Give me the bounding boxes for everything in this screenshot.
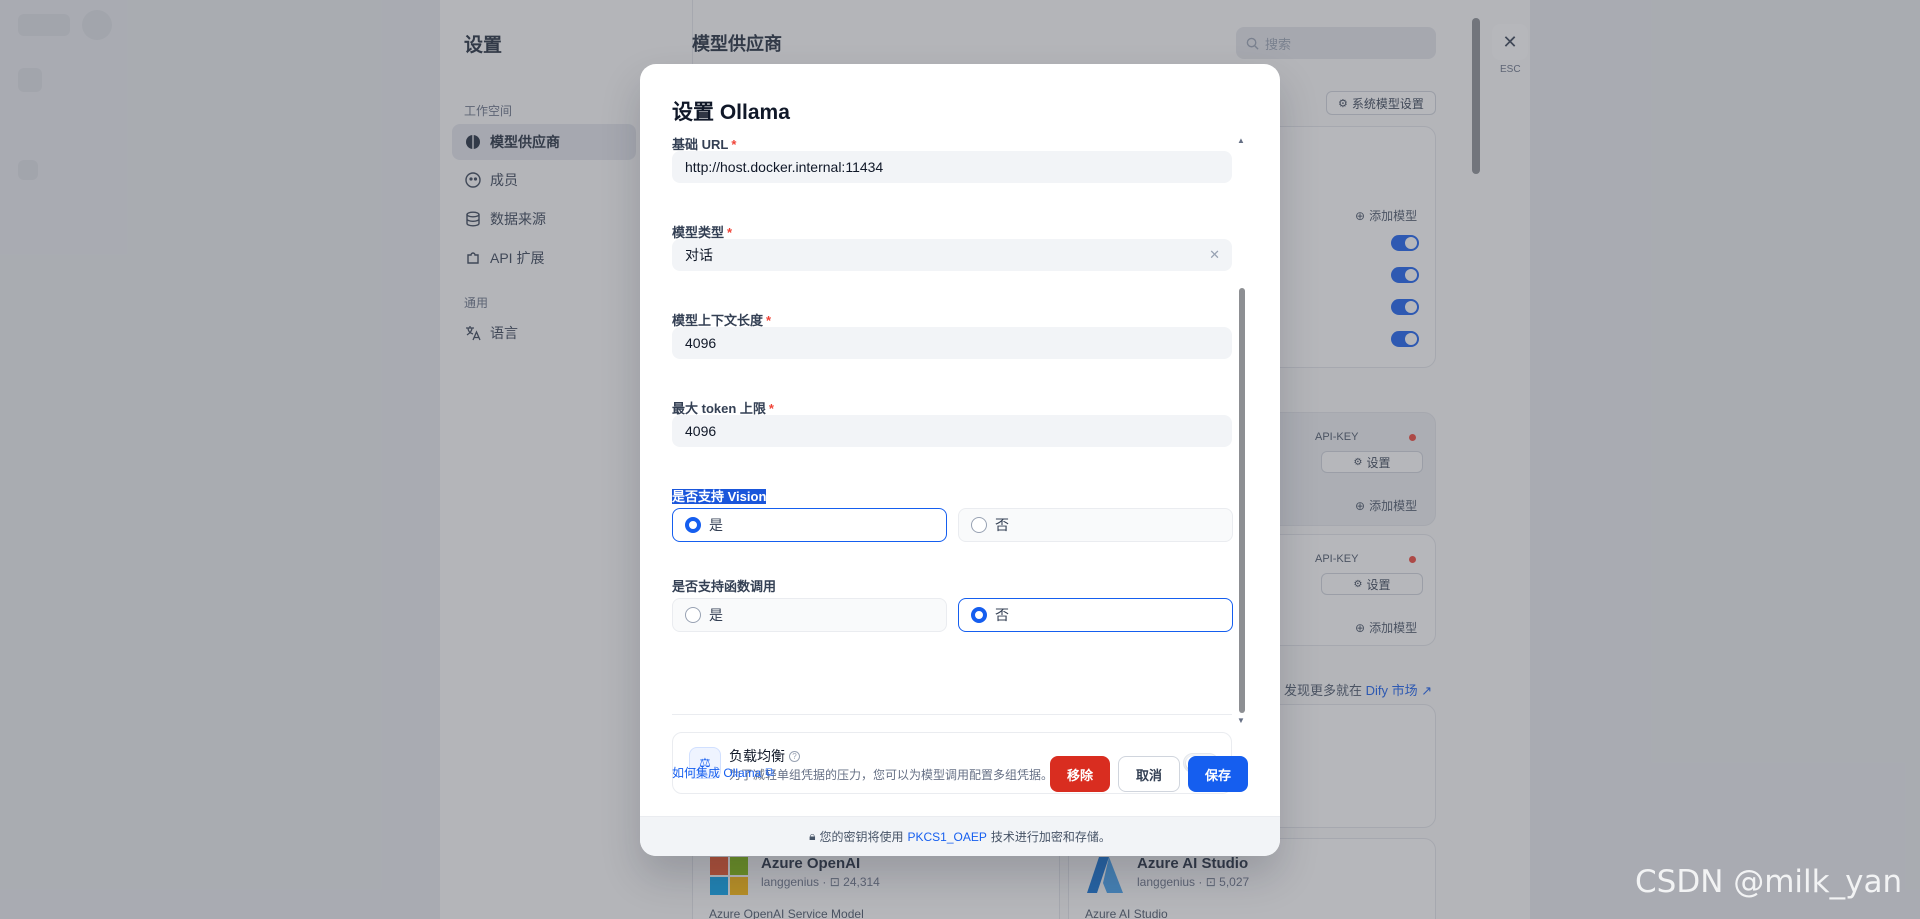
modal-form: 基础 URL * http://host.docker.internal:1143… [672, 134, 1233, 794]
cancel-button[interactable]: 取消 [1118, 756, 1180, 792]
radio-indicator [971, 517, 987, 533]
watermark: CSDN @milk_yan [1635, 864, 1903, 900]
model-type-value: 对话 [685, 247, 713, 263]
field-label-text: 模型类型 [672, 225, 725, 240]
radio-label: 是 [709, 517, 723, 533]
modal-title: 设置 Ollama [672, 101, 790, 124]
required-mark: * [766, 313, 772, 328]
field-label-text: 模型上下文长度 [672, 313, 764, 328]
function-call-yes-radio[interactable]: 是 [672, 598, 947, 632]
pkcs-link[interactable]: PKCS1_OAEP [908, 830, 987, 844]
scroll-up-arrow[interactable]: ▲ [1237, 136, 1245, 145]
radio-indicator [685, 517, 701, 533]
remove-button[interactable]: 移除 [1050, 756, 1110, 792]
integration-help-link[interactable]: 如何集成 Ollama ⧉ [672, 764, 774, 781]
encryption-text-after: 技术进行加密和存储。 [990, 830, 1111, 844]
max-tokens-input[interactable]: 4096 [672, 415, 1232, 447]
radio-indicator [685, 607, 701, 623]
scroll-down-arrow[interactable]: ▼ [1237, 716, 1245, 725]
field-label-text: 是否支持 Vision [672, 489, 767, 504]
function-call-no-radio[interactable]: 否 [958, 598, 1233, 632]
field-label-text: 基础 URL [672, 137, 729, 152]
required-mark: * [727, 225, 733, 240]
load-balancing-title: 负载均衡? [729, 746, 800, 766]
load-balancing-title-text: 负载均衡 [729, 748, 785, 764]
clear-icon[interactable]: ✕ [1209, 247, 1220, 263]
divider [672, 714, 1232, 715]
required-mark: * [731, 137, 737, 152]
context-length-input[interactable]: 4096 [672, 327, 1232, 359]
base-url-input[interactable]: http://host.docker.internal:11434 [672, 151, 1232, 183]
base-url-value: http://host.docker.internal:11434 [685, 159, 884, 175]
vision-yes-radio[interactable]: 是 [672, 508, 947, 542]
radio-label: 否 [995, 607, 1009, 623]
radio-label: 否 [995, 517, 1009, 533]
vision-support-label: 是否支持 Vision [672, 486, 767, 505]
function-call-label: 是否支持函数调用 [672, 576, 776, 595]
required-mark: * [768, 401, 774, 416]
load-balancing-description: 为了减轻单组凭据的压力，您可以为模型调用配置多组凭据。 [729, 768, 1054, 782]
modal-scrollbar-thumb[interactable] [1239, 288, 1245, 713]
model-type-select[interactable]: 对话 ✕ [672, 239, 1232, 271]
radio-label: 是 [709, 607, 723, 623]
encryption-text-before: 您的密钥将使用 [819, 830, 904, 844]
help-link-text: 如何集成 Ollama [672, 766, 762, 780]
context-length-value: 4096 [685, 335, 717, 351]
max-tokens-value: 4096 [685, 423, 717, 439]
vision-no-radio[interactable]: 否 [958, 508, 1233, 542]
radio-indicator [971, 607, 987, 623]
field-label-text: 最大 token 上限 [672, 401, 766, 416]
lock-icon: 🔒︎ [809, 829, 816, 843]
encryption-notice: 🔒︎ 您的密钥将使用 PKCS1_OAEP 技术进行加密和存储。 [640, 816, 1280, 856]
ollama-settings-modal: 设置 Ollama 基础 URL * http://host.docker.int… [640, 64, 1280, 856]
save-button[interactable]: 保存 [1188, 756, 1248, 792]
field-label-text: 是否支持函数调用 [672, 579, 777, 594]
help-icon[interactable]: ? [789, 750, 800, 762]
external-link-icon: ⧉ [765, 765, 774, 779]
